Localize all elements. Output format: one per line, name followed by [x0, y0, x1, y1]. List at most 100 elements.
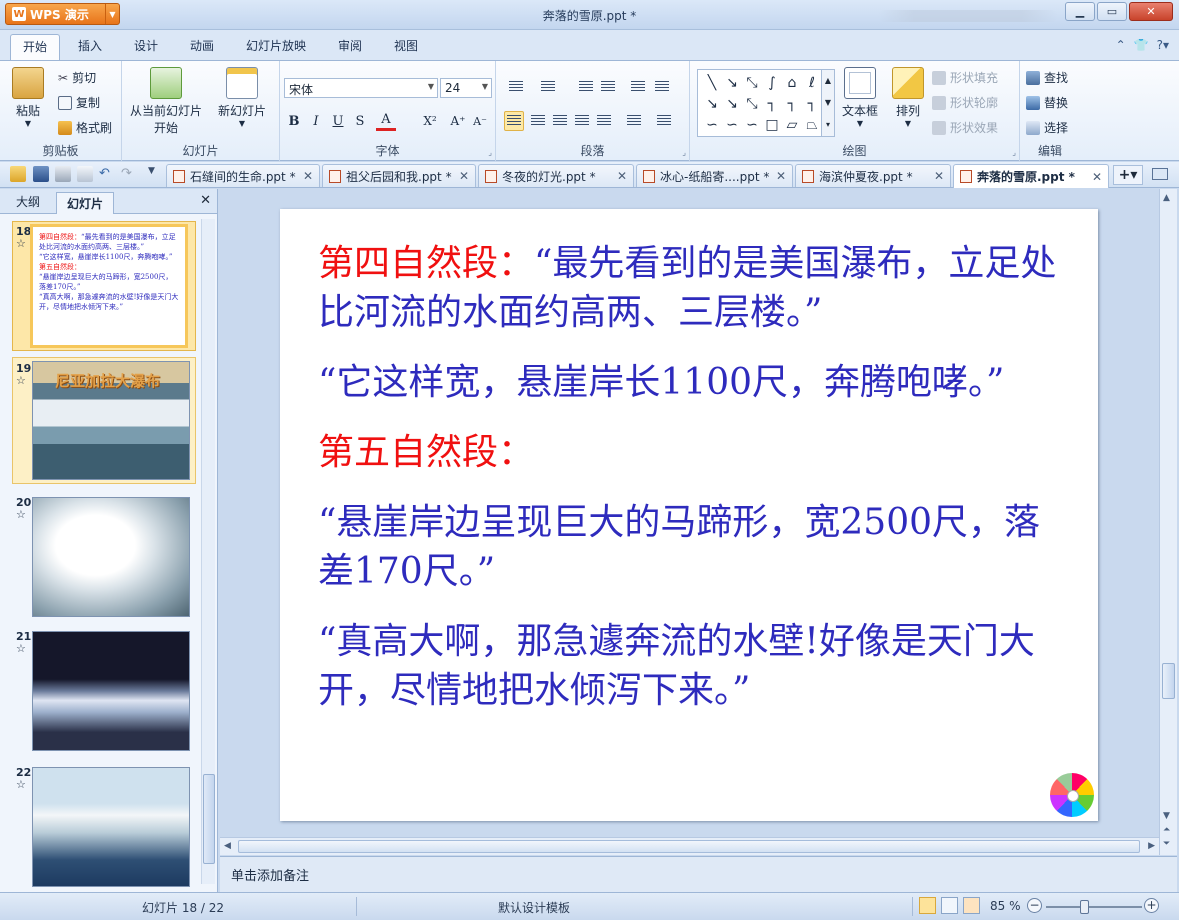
scrollbar-thumb[interactable]	[203, 774, 215, 864]
underline-button[interactable]: U	[328, 111, 348, 131]
scroll-up-icon[interactable]: ▲	[1163, 193, 1170, 203]
curved-arrow-icon[interactable]: ∽	[722, 114, 742, 135]
parallelogram-shape-icon[interactable]: ▱	[782, 114, 802, 135]
numbering-button[interactable]	[538, 77, 558, 97]
align-right-button[interactable]	[550, 111, 570, 131]
print-preview-icon[interactable]	[77, 166, 93, 182]
print-icon[interactable]	[55, 166, 71, 182]
close-tab-icon[interactable]: ✕	[934, 169, 944, 183]
find-button[interactable]: 查找	[1026, 69, 1068, 86]
slide-thumbnail-21[interactable]	[32, 631, 190, 751]
customize-quick-access-icon[interactable]: ▼	[148, 166, 164, 182]
close-tab-icon[interactable]: ✕	[776, 169, 786, 183]
doc-tab[interactable]: 冬夜的灯光.ppt * ✕	[478, 164, 634, 187]
vertical-scrollbar[interactable]: ▲ ▼ ⏶ ⏷	[1159, 189, 1177, 855]
align-center-button[interactable]	[528, 111, 548, 131]
tab-animation[interactable]: 动画	[190, 37, 214, 54]
redo-icon[interactable]: ↷	[121, 166, 137, 182]
paste-button[interactable]: 粘贴 ▼	[12, 67, 44, 128]
elbow-double-arrow-icon[interactable]: ⤡	[742, 93, 762, 114]
decrease-indent-button[interactable]	[576, 77, 596, 97]
dialog-launcher-icon[interactable]: ⌟	[682, 148, 686, 157]
doc-tab[interactable]: 冰心-纸船寄....ppt * ✕	[636, 164, 793, 187]
increase-indent-button[interactable]	[598, 77, 618, 97]
tab-design[interactable]: 设计	[134, 37, 158, 54]
shapes-scroll[interactable]: ▲ ▼ ▾	[821, 69, 835, 137]
font-size-select[interactable]: 24 ▼	[440, 78, 492, 98]
tab-insert[interactable]: 插入	[78, 37, 102, 54]
close-tab-icon[interactable]: ✕	[1092, 170, 1102, 184]
scroll-down-icon[interactable]: ▼	[1163, 811, 1170, 821]
scroll-left-icon[interactable]: ◀	[224, 841, 231, 851]
columns-button[interactable]	[654, 111, 674, 131]
slide-paragraph[interactable]: “它这样宽，悬崖岸长1100尺，奔腾咆哮。”	[318, 358, 1058, 407]
italic-button[interactable]: I	[306, 111, 326, 131]
close-tab-icon[interactable]: ✕	[617, 169, 627, 183]
font-name-select[interactable]: 宋体 ▼	[284, 78, 438, 98]
dialog-launcher-icon[interactable]: ⌟	[488, 148, 492, 157]
close-panel-icon[interactable]: ✕	[200, 193, 211, 208]
doc-tab-active[interactable]: 奔落的雪原.ppt * ✕	[953, 164, 1109, 188]
doc-tab[interactable]: 祖父后园和我.ppt * ✕	[322, 164, 476, 187]
justify-button[interactable]	[572, 111, 592, 131]
horizontal-scrollbar[interactable]: ◀ ▶	[220, 837, 1159, 855]
dialog-launcher-icon[interactable]: ⌟	[1012, 148, 1016, 157]
bold-button[interactable]: B	[284, 111, 304, 131]
trapezoid-shape-icon[interactable]: ⏢	[802, 114, 822, 135]
tab-outline[interactable]: 大纲	[16, 193, 40, 210]
undo-icon[interactable]: ↶	[99, 166, 115, 182]
curve-shape-icon[interactable]: ∫	[762, 72, 782, 93]
scroll-right-icon[interactable]: ▶	[1148, 841, 1155, 851]
shadow-button[interactable]: S	[350, 111, 370, 131]
curved-double-icon[interactable]: ∽	[742, 114, 762, 135]
collapse-ribbon-icon[interactable]: ⌃	[1116, 38, 1126, 52]
freeform-shape-icon[interactable]: ⌂	[782, 72, 802, 93]
copy-button[interactable]: 复制	[58, 94, 100, 111]
zoom-in-button[interactable]: +	[1144, 898, 1159, 913]
line-shape-icon[interactable]: ╲	[702, 72, 722, 93]
bullets-button[interactable]	[506, 77, 526, 97]
slide-paragraph[interactable]: “真高大啊，那急遽奔流的水壁!好像是天门大开，尽情地把水倾泻下来。”	[318, 617, 1058, 715]
prev-slide-icon[interactable]: ⏶	[1163, 825, 1170, 835]
rectangle-shape-icon[interactable]: □	[762, 114, 782, 135]
format-painter-button[interactable]: 格式刷	[58, 119, 112, 136]
line-spacing-button[interactable]	[628, 77, 648, 97]
double-arrow-shape-icon[interactable]: ⤡	[742, 72, 762, 93]
close-button[interactable]: ✕	[1129, 2, 1173, 21]
slide-sorter-view-icon[interactable]	[941, 897, 958, 914]
new-tab-button[interactable]: +▾	[1113, 165, 1143, 185]
spacing-button[interactable]	[624, 111, 644, 131]
scribble-shape-icon[interactable]: ℓ	[802, 72, 822, 93]
tab-slideshow[interactable]: 幻灯片放映	[246, 37, 306, 54]
grow-font-button[interactable]: A⁺	[448, 111, 468, 131]
elbow-arrow-icon[interactable]: ↘	[722, 93, 742, 114]
help-icon[interactable]: ?▾	[1157, 38, 1169, 52]
slide-canvas[interactable]: 第四自然段：“最先看到的是美国瀑布，立足处比河流的水面约高两、三层楼。” “它这…	[280, 209, 1098, 821]
doc-tab[interactable]: 石缝间的生命.ppt * ✕	[166, 164, 320, 187]
slide-thumbnail-20[interactable]	[32, 497, 190, 617]
slide-thumbnail-19[interactable]: 尼亚加拉大瀑布	[32, 361, 190, 480]
replace-button[interactable]: 替换	[1026, 94, 1068, 111]
restore-button[interactable]: ▭	[1097, 2, 1127, 21]
zoom-slider-track[interactable]	[1046, 906, 1142, 908]
panel-scrollbar[interactable]	[201, 219, 215, 884]
shape-effect-button[interactable]: 形状效果	[932, 119, 998, 136]
notes-pane[interactable]: 单击添加备注	[220, 856, 1177, 892]
minimize-button[interactable]: ▁	[1065, 2, 1095, 21]
normal-view-icon[interactable]	[919, 897, 936, 914]
connector-arrow-icon[interactable]: ┐	[782, 93, 802, 114]
play-from-current-button[interactable]: 从当前幻灯片 开始	[130, 67, 202, 136]
tab-view[interactable]: 视图	[394, 37, 418, 54]
scrollbar-thumb[interactable]	[238, 840, 1140, 853]
close-tab-icon[interactable]: ✕	[459, 169, 469, 183]
curved-connector-icon[interactable]: ∽	[702, 114, 722, 135]
shrink-font-button[interactable]: A⁻	[470, 111, 490, 131]
tab-slides[interactable]: 幻灯片	[56, 192, 115, 214]
elbow-connector-icon[interactable]: ↘	[702, 93, 722, 114]
connector-double-icon[interactable]: ┐	[802, 93, 822, 114]
design-template-label[interactable]: 默认设计模板	[498, 899, 570, 916]
open-folder-icon[interactable]	[10, 166, 26, 182]
zoom-out-button[interactable]: −	[1027, 898, 1042, 913]
font-color-button[interactable]: A	[376, 111, 396, 131]
shapes-gallery[interactable]: ╲ ↘ ⤡ ∫ ⌂ ℓ ↘ ↘ ⤡ ┐ ┐ ┐ ∽ ∽ ∽ □ ▱ ⏢	[697, 69, 834, 137]
